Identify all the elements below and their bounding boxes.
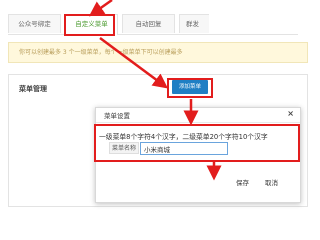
annotation-arrows bbox=[88, 0, 222, 181]
arrow-to-tab bbox=[88, 0, 113, 17]
arrow-to-add-button bbox=[99, 36, 169, 89]
